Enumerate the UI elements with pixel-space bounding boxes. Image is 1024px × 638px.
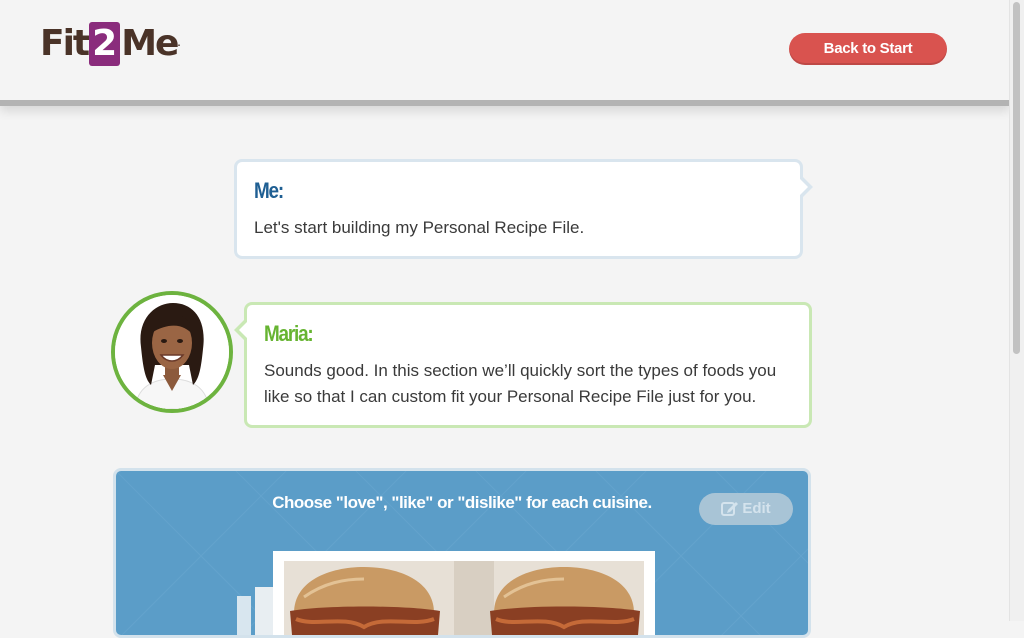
edit-button-label: Edit <box>742 500 771 517</box>
speaker-label-maria: Maria: <box>264 321 314 346</box>
card-stack-edge <box>237 596 251 635</box>
user-message-bubble: Me: Let's start building my Personal Rec… <box>234 159 813 259</box>
edit-button[interactable]: Edit <box>699 493 793 525</box>
maria-avatar <box>111 291 233 413</box>
card-stack-edge <box>255 587 273 635</box>
vertical-scrollbar[interactable] <box>1009 0 1024 621</box>
logo-prefix: Fit <box>40 23 90 64</box>
logo-highlight: 2 <box>89 22 121 66</box>
maria-portrait-icon <box>115 295 229 409</box>
cuisine-sorting-panel: Choose "love", "like" or "dislike" for e… <box>113 468 811 638</box>
edit-icon <box>721 502 739 516</box>
maria-message-bubble: Maria: Sounds good. In this section we’l… <box>234 302 812 428</box>
scrollbar-thumb[interactable] <box>1013 2 1020 354</box>
message-text: Let's start building my Personal Recipe … <box>254 218 585 237</box>
logo-suffix: Me <box>121 23 179 64</box>
site-header: Fit 2 Me. Back to Start <box>0 0 1010 106</box>
fit2me-logo[interactable]: Fit 2 Me. <box>40 22 181 66</box>
cuisine-card[interactable] <box>273 551 655 635</box>
speaker-label-me: Me: <box>254 178 284 203</box>
message-text: Sounds good. In this section we’ll quick… <box>264 361 777 406</box>
sandwich-image-icon <box>284 561 644 635</box>
logo-mark: . <box>177 39 181 48</box>
back-to-start-button[interactable]: Back to Start <box>789 33 947 65</box>
sandwich-photo <box>284 561 644 635</box>
